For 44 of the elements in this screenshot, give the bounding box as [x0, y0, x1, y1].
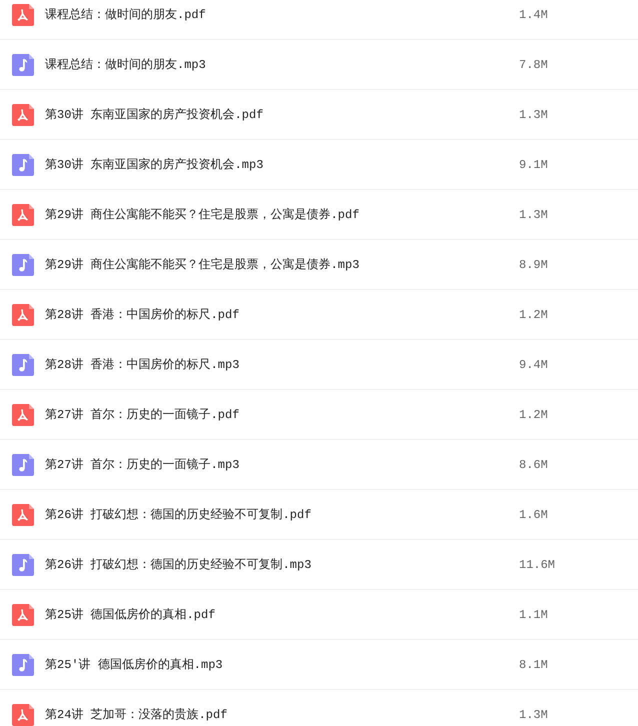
pdf-file-icon: [12, 504, 34, 526]
audio-file-icon: [12, 354, 34, 376]
file-size: 7.8M: [519, 58, 548, 72]
audio-file-icon: [12, 454, 34, 476]
file-size: 1.1M: [519, 608, 548, 622]
file-name[interactable]: 第25'讲 德国低房价的真相.mp3: [45, 656, 505, 673]
file-name[interactable]: 第27讲 首尔：历史的一面镜子.pdf: [45, 406, 505, 423]
file-size: 8.9M: [519, 258, 548, 272]
audio-file-icon: [12, 654, 34, 676]
file-name[interactable]: 课程总结：做时间的朋友.pdf: [45, 6, 505, 23]
file-name[interactable]: 第26讲 打破幻想：德国的历史经验不可复制.mp3: [45, 556, 505, 573]
file-size: 1.3M: [519, 208, 548, 222]
pdf-file-icon: [12, 104, 34, 126]
file-name[interactable]: 第30讲 东南亚国家的房产投资机会.pdf: [45, 106, 505, 123]
file-size: 1.6M: [519, 508, 548, 522]
file-name[interactable]: 第29讲 商住公寓能不能买？住宅是股票，公寓是债券.pdf: [45, 206, 505, 223]
file-size: 1.3M: [519, 108, 548, 122]
file-name[interactable]: 第24讲 芝加哥：没落的贵族.pdf: [45, 706, 505, 723]
pdf-file-icon: [12, 4, 34, 26]
file-name[interactable]: 第27讲 首尔：历史的一面镜子.mp3: [45, 456, 505, 473]
pdf-file-icon: [12, 404, 34, 426]
audio-file-icon: [12, 154, 34, 176]
file-size: 8.1M: [519, 658, 548, 672]
file-name[interactable]: 课程总结：做时间的朋友.mp3: [45, 56, 505, 73]
file-size: 1.3M: [519, 708, 548, 722]
file-size: 9.4M: [519, 358, 548, 372]
file-size: 1.2M: [519, 408, 548, 422]
audio-file-icon: [12, 254, 34, 276]
file-name[interactable]: 第29讲 商住公寓能不能买？住宅是股票，公寓是债券.mp3: [45, 256, 505, 273]
file-name[interactable]: 第28讲 香港：中国房价的标尺.pdf: [45, 306, 505, 323]
file-name[interactable]: 第28讲 香港：中国房价的标尺.mp3: [45, 356, 505, 373]
file-size: 8.6M: [519, 458, 548, 472]
pdf-file-icon: [12, 604, 34, 626]
file-size: 11.6M: [519, 558, 556, 572]
file-name[interactable]: 第26讲 打破幻想：德国的历史经验不可复制.pdf: [45, 506, 505, 523]
file-size: 1.4M: [519, 8, 548, 22]
file-name[interactable]: 第25讲 德国低房价的真相.pdf: [45, 606, 505, 623]
audio-file-icon: [12, 54, 34, 76]
file-size: 9.1M: [519, 158, 548, 172]
pdf-file-icon: [12, 304, 34, 326]
file-size: 1.2M: [519, 308, 548, 322]
file-name[interactable]: 第30讲 东南亚国家的房产投资机会.mp3: [45, 156, 505, 173]
pdf-file-icon: [12, 204, 34, 226]
audio-file-icon: [12, 554, 34, 576]
